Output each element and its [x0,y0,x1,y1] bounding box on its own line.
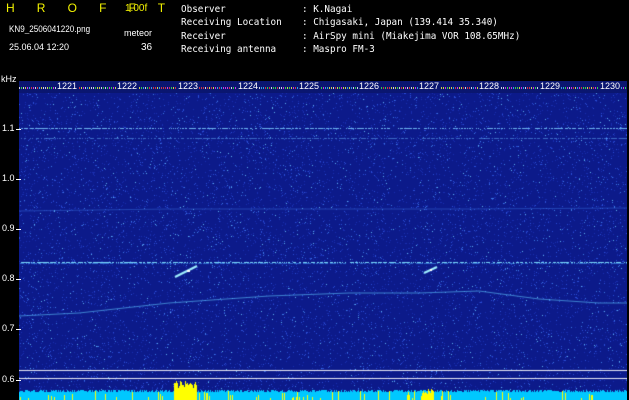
info-value: : Chigasaki, Japan (139.414 35.340) [302,17,498,29]
y-tick-label: 0.6 [2,374,15,384]
info-label: Observer [181,4,226,15]
info-label: Receiver [181,30,226,42]
time-label: 1226 [358,81,381,92]
meteor-count: 36 [141,42,153,53]
hrofft-window: H R O F F T 1.00f KN9_2506041220.png 25.… [0,0,629,400]
info-row-antenna: Receiving antenna : Maspro FM-3 [181,43,520,56]
info-value: : K.Nagai [302,4,353,15]
info-label: Receiving Location [181,17,282,29]
time-label: 1223 [177,81,200,92]
y-tick-label: 1.1 [2,123,15,133]
app-version: 1.00f [125,3,148,14]
info-row-observer: Observer : K.Nagai [181,3,520,16]
y-tick-label: 0.8 [2,273,15,283]
info-value: : Maspro FM-3 [302,44,375,56]
y-tick-label: 0.7 [2,323,15,333]
spectrogram-canvas [19,81,627,400]
time-label: 1230 [599,81,622,92]
info-row-location: Receiving Location : Chigasaki, Japan (13… [181,16,520,29]
file-name: KN9_2506041220.png [9,24,91,34]
y-tick-label: 1.0 [2,173,15,183]
spectrogram-plot [19,81,627,400]
detection-type: meteor [124,28,153,38]
time-label: 1225 [298,81,321,92]
app-title: H R O F F T [6,1,175,15]
time-label: 1229 [539,81,562,92]
observation-info: Observer : K.Nagai Receiving Location : Ch… [181,3,520,57]
info-row-receiver: Receiver : AirSpy mini (Miakejima VOR 108… [181,30,520,43]
time-label: 1227 [418,81,441,92]
info-label: Receiving antenna [181,44,277,56]
time-label: 1228 [478,81,501,92]
info-value: : AirSpy mini (Miakejima VOR 108.65MHz) [302,30,521,42]
time-label: 1222 [116,81,139,92]
y-tick-label: 0.9 [2,223,15,233]
frequency-unit: kHz [1,74,17,84]
time-label: 1224 [237,81,260,92]
time-label: 1221 [56,81,79,92]
capture-datetime: 25.06.04 12:20 [9,42,70,52]
